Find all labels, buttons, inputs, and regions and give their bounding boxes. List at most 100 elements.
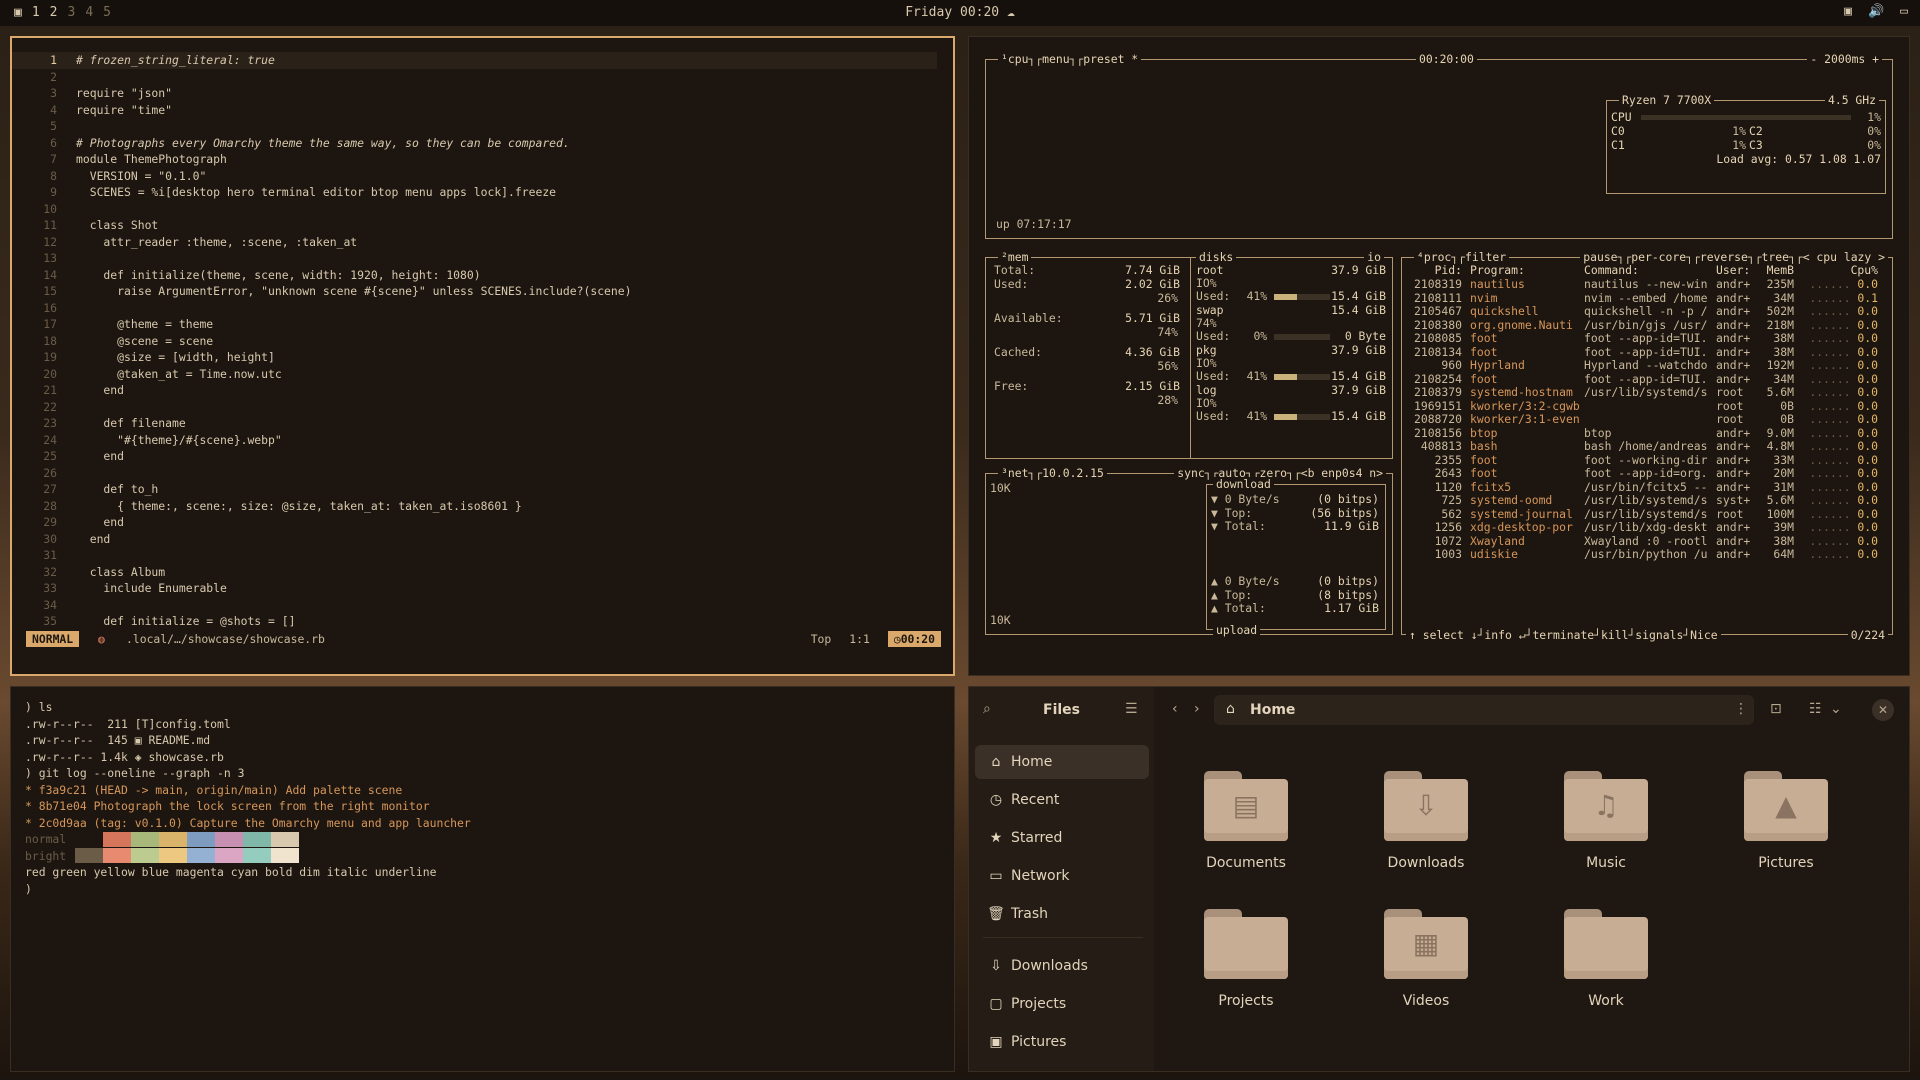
editor-line[interactable]: 23 def filename (12, 415, 953, 432)
editor-line[interactable]: 21 end (12, 382, 953, 399)
sidebar-item-trash[interactable]: 🗑 Trash (975, 897, 1149, 931)
editor-line[interactable]: 31 (12, 547, 953, 564)
editor-line[interactable]: 5 (12, 118, 953, 135)
editor-line[interactable]: 28 { theme:, scene:, size: @size, taken_… (12, 498, 953, 515)
process-row[interactable]: 2108319 nautilus nautilus --new-win andr+ 23… (1408, 277, 1888, 291)
editor-line[interactable]: 13 (12, 250, 953, 267)
process-row[interactable]: 2108254 foot foot --app-id=TUI. andr+ 34M...… (1408, 372, 1888, 386)
editor-line[interactable]: 14 def initialize(theme, scene, width: 1… (12, 267, 953, 284)
process-row[interactable]: 1969151 kworker/3:2-cgwb root 0B ...... 0.0 (1408, 399, 1888, 413)
mem-box-title[interactable]: ²mem (998, 250, 1032, 264)
net-box-title[interactable]: ³net┐┌10.0.2.15 (998, 466, 1107, 480)
editor-line[interactable]: 3 require "json" (12, 85, 953, 102)
proc-footer[interactable]: ↑ select ↓┘info ↵┘terminate┘kill┘signals… (1406, 628, 1721, 642)
sidebar-item-downloads[interactable]: ⇩ Downloads (975, 949, 1149, 983)
cpu-box-title[interactable]: ¹cpu┐┌menu┐┌preset * (998, 52, 1142, 66)
update-interval[interactable]: - 2000ms + (1807, 52, 1882, 66)
view-list-icon[interactable]: ☷ (1809, 701, 1822, 717)
editor-line[interactable]: 27 def to_h (12, 481, 953, 498)
user-header[interactable]: User: (1716, 264, 1758, 277)
net-options[interactable]: sync┐┌auto┐┌zero┐┌<b enp0s4 n> (1174, 466, 1386, 480)
chevron-down-icon[interactable]: ⌄ (1830, 701, 1842, 717)
editor-line[interactable]: 34 (12, 597, 953, 614)
process-row[interactable]: 2105467 quickshell quickshell -n -p / andr+… (1408, 304, 1888, 318)
terminal-window[interactable]: ) ls .rw-r--r-- 211 [T]config.toml .rw-r--… (10, 686, 955, 1072)
editor-line[interactable]: 25 end (12, 448, 953, 465)
workspace-5[interactable]: 5 (103, 5, 111, 20)
mem-header[interactable]: MemB (1758, 263, 1794, 277)
editor-line[interactable]: 2 (12, 69, 953, 86)
clock[interactable]: Friday 00:20 ☁ (0, 5, 1920, 20)
forward-icon[interactable]: › (1194, 701, 1200, 717)
editor-line[interactable]: 7 module ThemePhotograph (12, 151, 953, 168)
sidebar-item-pictures[interactable]: ▣ Pictures (975, 1025, 1149, 1059)
editor-line[interactable]: 10 (12, 201, 953, 218)
process-row[interactable]: 408813 bash bash /home/andreas andr+ 4.8M...… (1408, 439, 1888, 453)
process-row[interactable]: 1120 fcitx5/usr/bin/fcitx5 -- andr+ 31M....… (1408, 480, 1888, 494)
editor-line[interactable]: 8 VERSION = "0.1.0" (12, 168, 953, 185)
process-row[interactable]: 1003 udiskie/usr/bin/python /u andr+ 64M...… (1408, 547, 1888, 561)
editor-line[interactable]: 16 (12, 300, 953, 317)
back-icon[interactable]: ‹ (1172, 701, 1178, 717)
process-row[interactable]: 1256 xdg-desktop-por/usr/lib/xdg-deskt and… (1408, 520, 1888, 534)
process-row[interactable]: 2643 foot foot --app-id=org. andr+ 20M......… (1408, 466, 1888, 480)
btop-window[interactable]: ¹cpu┐┌menu┐┌preset * 00:20:00 - 2000ms +… (968, 36, 1910, 676)
editor-buffer[interactable]: 1 # frozen_string_literal: true 2 3 require … (12, 52, 953, 630)
process-row[interactable]: 2108111 nvim nvim --embed /home andr+ 34M...… (1408, 291, 1888, 305)
process-row[interactable]: 562 systemd-journal/usr/lib/systemd/s root… (1408, 507, 1888, 521)
workspace-3[interactable]: 3 (67, 5, 75, 20)
process-row[interactable]: 2108156 btop btop andr+ 9.0M ...... 0.0 (1408, 426, 1888, 440)
disks-title[interactable]: disks (1196, 250, 1237, 264)
process-row[interactable]: 2108379 systemd-hostnam/usr/lib/systemd/s… (1408, 385, 1888, 399)
editor-line[interactable]: 24 "#{theme}/#{scene}.webp" (12, 432, 953, 449)
process-row[interactable]: 960 Hyprland Hyprland --watchdo andr+ 192M..… (1408, 358, 1888, 372)
editor-line[interactable]: 17 @theme = theme (12, 316, 953, 333)
proc-box-title[interactable]: ⁴proc┐┌filter (1414, 250, 1510, 264)
sidebar-item-network[interactable]: ▭ Network (975, 859, 1149, 893)
editor-line[interactable]: 1 # frozen_string_literal: true (12, 52, 937, 69)
folder-videos[interactable]: ▦ Videos (1361, 909, 1491, 1009)
editor-line[interactable]: 26 (12, 465, 953, 482)
workspace-1[interactable]: 1 (32, 5, 40, 20)
editor-line[interactable]: 15 raise ArgumentError, "unknown scene #… (12, 283, 953, 300)
editor-line[interactable]: 29 end (12, 514, 953, 531)
sidebar-item-recent[interactable]: ◷ Recent (975, 783, 1149, 817)
workspace-2[interactable]: 2 (50, 5, 58, 20)
editor-window[interactable]: 1 # frozen_string_literal: true 2 3 require … (10, 36, 955, 676)
editor-line[interactable]: 6 # Photographs every Omarchy theme the s… (12, 135, 953, 152)
cpu-header[interactable]: Cpu% (1794, 263, 1878, 277)
sidebar-item-projects[interactable]: ▢ Projects (975, 987, 1149, 1021)
folder-downloads[interactable]: ⇩ Downloads (1361, 771, 1491, 871)
folder-pictures[interactable]: ▲ Pictures (1721, 771, 1851, 871)
editor-line[interactable]: 32 class Album (12, 564, 953, 581)
folder-documents[interactable]: ▤ Documents (1181, 771, 1311, 871)
editor-line[interactable]: 19 @size = [width, height] (12, 349, 953, 366)
path-menu-icon[interactable]: ⋮ (1734, 701, 1748, 717)
editor-line[interactable]: 18 @scene = scene (12, 333, 953, 350)
screenshot-icon[interactable]: ⊡ (1770, 701, 1782, 717)
editor-line[interactable]: 4 require "time" (12, 102, 953, 119)
editor-line[interactable]: 20 @taken_at = Time.now.utc (12, 366, 953, 383)
process-row[interactable]: 2088720 kworker/3:1-even root 0B ...... 0.0 (1408, 412, 1888, 426)
menu-icon[interactable]: ☰ (1125, 701, 1138, 717)
volume-icon[interactable]: 🔊 (1868, 4, 1884, 19)
process-row[interactable]: 2355 foot foot --working-dir andr+ 33M......… (1408, 453, 1888, 467)
editor-line[interactable]: 11 class Shot (12, 217, 953, 234)
process-row[interactable]: 2108085 foot foot --app-id=TUI. andr+ 38M...… (1408, 331, 1888, 345)
display-icon[interactable]: ▭ (1900, 4, 1908, 19)
app-grid-icon[interactable]: ▣ (14, 5, 22, 20)
process-row[interactable]: 1072 Xwayland Xwayland :0 -rootl andr+ 38M..… (1408, 534, 1888, 548)
program-header[interactable]: Program: (1462, 264, 1584, 277)
proc-options[interactable]: pause┐┌per-core┐┌reverse┐┌tree┐┌< cpu la… (1580, 250, 1888, 264)
workspace-4[interactable]: 4 (85, 5, 93, 20)
editor-line[interactable]: 12 attr_reader :theme, :scene, :taken_at (12, 234, 953, 251)
screen-icon[interactable]: ▣ (1844, 4, 1852, 19)
folder-music[interactable]: ♫ Music (1541, 771, 1671, 871)
pid-header[interactable]: Pid: (1408, 263, 1462, 277)
process-row[interactable]: 2108380 org.gnome.Nauti/usr/bin/gjs /usr/… (1408, 318, 1888, 332)
folder-projects[interactable]: Projects (1181, 909, 1311, 1009)
folder-work[interactable]: Work (1541, 909, 1671, 1009)
editor-line[interactable]: 9 SCENES = %i[desktop hero terminal edit… (12, 184, 953, 201)
path-bar[interactable]: ⌂ Home ⋮ (1214, 695, 1754, 725)
sidebar-item-home[interactable]: ⌂ Home (975, 745, 1149, 779)
